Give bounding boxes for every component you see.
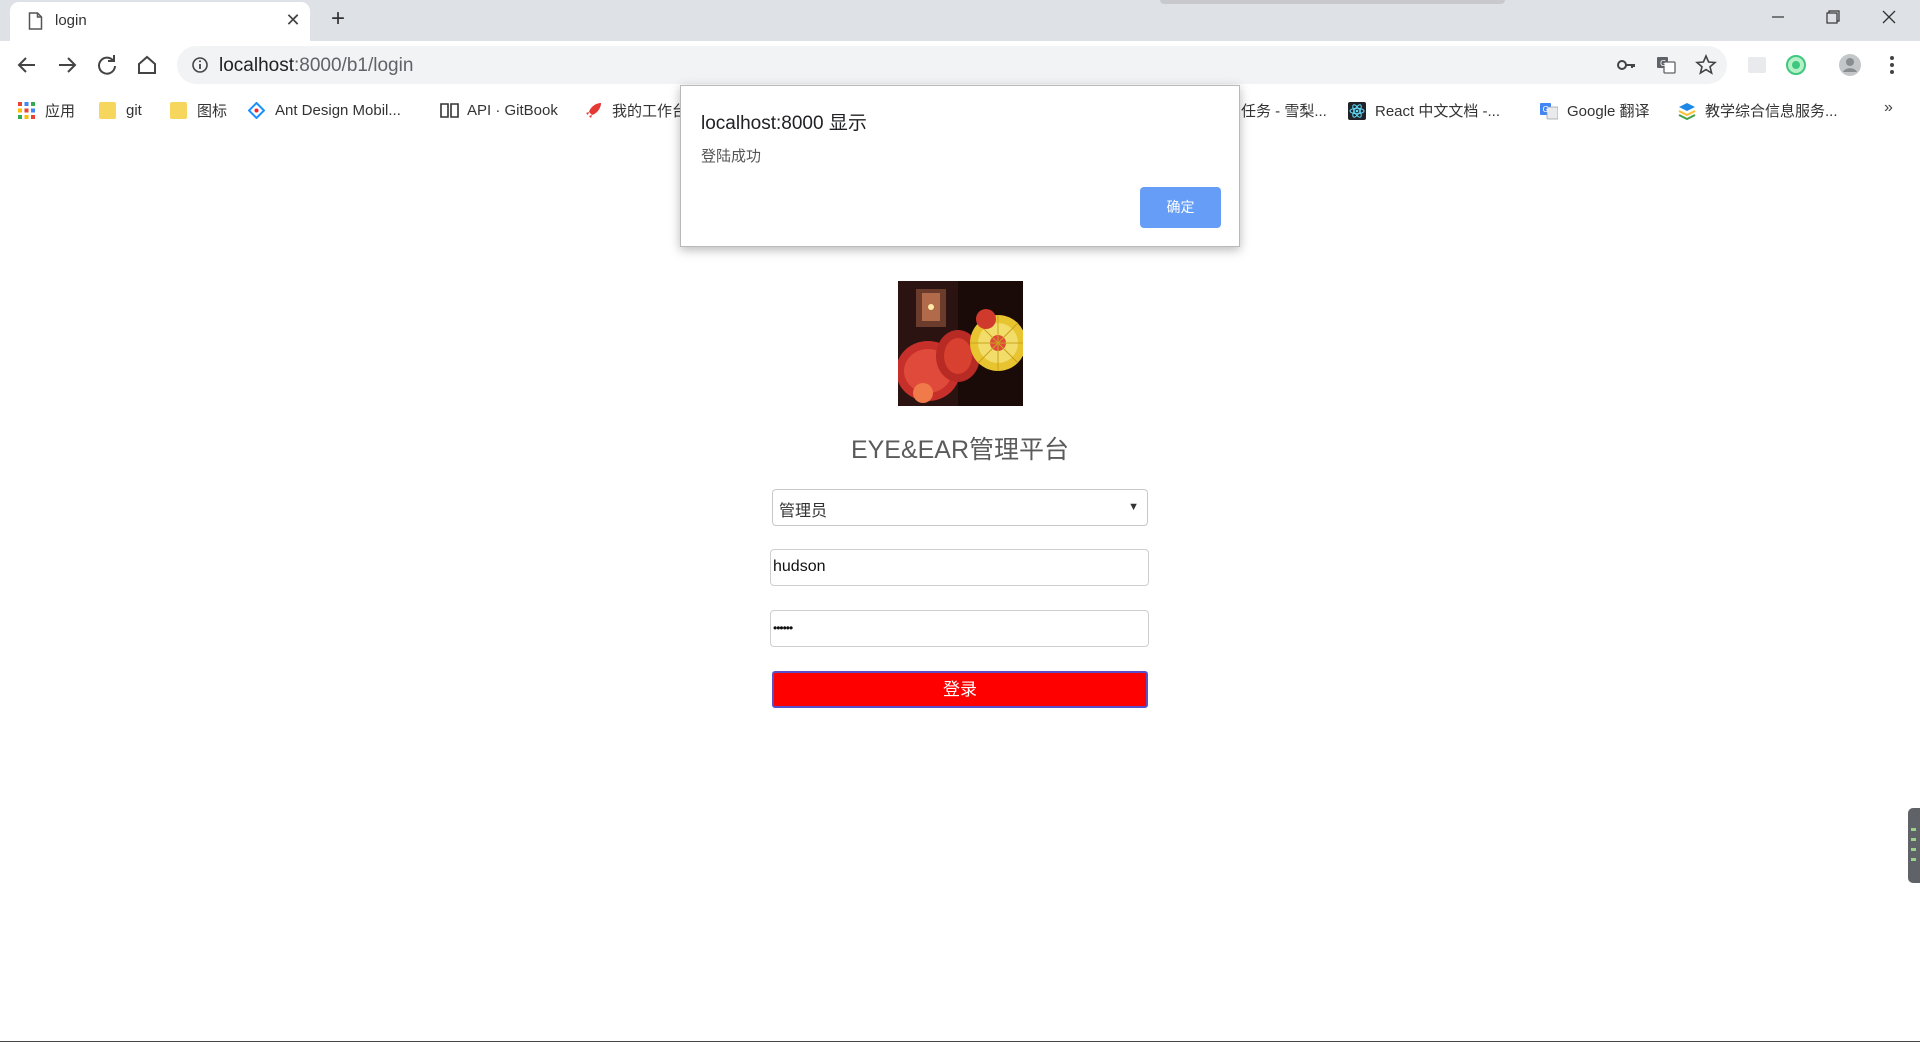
minimize-icon[interactable] xyxy=(1765,4,1791,30)
bookmark-label: 任务 - 雪梨... xyxy=(1241,102,1327,120)
tab-title: login xyxy=(55,12,87,29)
stack-icon xyxy=(1678,102,1696,120)
username-value: hudson xyxy=(773,558,826,575)
bookmark-label: Google 翻译 xyxy=(1567,102,1650,120)
bookmark-react[interactable]: React 中文文档 -... xyxy=(1348,99,1500,121)
url-path: :8000/b1/login xyxy=(294,55,414,76)
tab-close-icon[interactable]: ✕ xyxy=(282,9,304,31)
rocket-icon xyxy=(585,102,602,119)
svg-text:G: G xyxy=(1543,105,1549,114)
bookmark-teaching-info[interactable]: 教学综合信息服务... xyxy=(1678,99,1838,121)
star-icon[interactable] xyxy=(1695,54,1717,76)
react-icon xyxy=(1348,101,1366,120)
alert-dialog: localhost:8000 显示 登陆成功 确定 xyxy=(680,85,1240,247)
tab-login[interactable]: login ✕ xyxy=(10,2,310,41)
role-select[interactable]: 管理员 ▼ xyxy=(772,489,1148,526)
bookmark-workbench[interactable]: 我的工作台 xyxy=(585,99,687,121)
password-value: •••••• xyxy=(773,621,793,635)
key-icon[interactable] xyxy=(1615,54,1637,76)
login-button[interactable]: 登录 xyxy=(772,671,1148,708)
extension-circle-icon[interactable] xyxy=(1784,53,1808,77)
svg-text:G: G xyxy=(1660,59,1666,68)
bookmark-gitbook[interactable]: API · GitBook xyxy=(440,99,558,121)
new-tab-icon[interactable]: + xyxy=(326,7,350,32)
url-host: localhost xyxy=(219,55,294,76)
bookmark-google-translate[interactable]: G Google 翻译 xyxy=(1540,99,1650,121)
role-select-value: 管理员 xyxy=(779,503,828,520)
menu-kebab-icon[interactable] xyxy=(1880,53,1904,77)
tab-strip: login ✕ + xyxy=(0,0,1920,41)
book-icon xyxy=(440,102,459,119)
dialog-ok-button[interactable]: 确定 xyxy=(1140,187,1221,228)
bookmark-label: 我的工作台 xyxy=(612,102,688,120)
apps-grid-icon xyxy=(18,101,35,119)
side-widget-handle[interactable] xyxy=(1908,808,1920,883)
close-window-icon[interactable] xyxy=(1876,4,1902,30)
profile-avatar-icon[interactable] xyxy=(1838,53,1862,77)
document-icon xyxy=(28,12,43,30)
restore-icon[interactable] xyxy=(1820,4,1846,30)
bookmark-label: React 中文文档 -... xyxy=(1375,102,1501,120)
dialog-title: localhost:8000 显示 xyxy=(701,113,867,134)
bookmark-label: git xyxy=(126,101,142,119)
back-icon[interactable] xyxy=(11,49,43,81)
reload-icon[interactable] xyxy=(91,49,123,81)
ant-design-icon xyxy=(247,101,266,119)
bookmark-apps[interactable]: 应用 xyxy=(18,99,75,121)
translate-icon[interactable]: G xyxy=(1655,54,1677,76)
forward-icon[interactable] xyxy=(51,49,83,81)
tab-strip-shadow xyxy=(1160,0,1505,4)
bookmark-label: Ant Design Mobil... xyxy=(275,101,401,119)
extension-icon[interactable] xyxy=(1745,53,1769,77)
bookmark-label: 教学综合信息服务... xyxy=(1705,102,1838,120)
bookmark-label: 图标 xyxy=(197,102,228,120)
bookmark-ant-design[interactable]: Ant Design Mobil... xyxy=(247,99,401,121)
folder-icon xyxy=(170,101,187,119)
page-title: EYE&EAR管理平台 xyxy=(850,436,1070,464)
folder-icon xyxy=(99,101,116,119)
login-page: EYE&EAR管理平台 管理员 ▼ hudson •••••• 登录 xyxy=(0,128,1920,1042)
bookmark-label: API · GitBook xyxy=(467,101,558,119)
bookmark-icons[interactable]: 图标 xyxy=(170,99,227,121)
bookmarks-overflow-icon[interactable]: » xyxy=(1884,99,1893,117)
bookmark-label: 应用 xyxy=(45,102,76,120)
username-field[interactable]: hudson xyxy=(770,549,1149,586)
password-field[interactable]: •••••• xyxy=(770,610,1149,647)
address-bar[interactable]: localhost:8000/b1/login G xyxy=(177,46,1727,84)
chevron-down-icon: ▼ xyxy=(1128,501,1139,513)
url-text[interactable]: localhost:8000/b1/login xyxy=(219,55,413,77)
dialog-message: 登陆成功 xyxy=(701,148,762,165)
google-translate-icon: G xyxy=(1540,102,1559,119)
bookmark-git[interactable]: git xyxy=(99,99,142,121)
home-icon[interactable] xyxy=(131,49,163,81)
logo-image xyxy=(898,281,1023,406)
info-icon[interactable] xyxy=(191,56,209,74)
